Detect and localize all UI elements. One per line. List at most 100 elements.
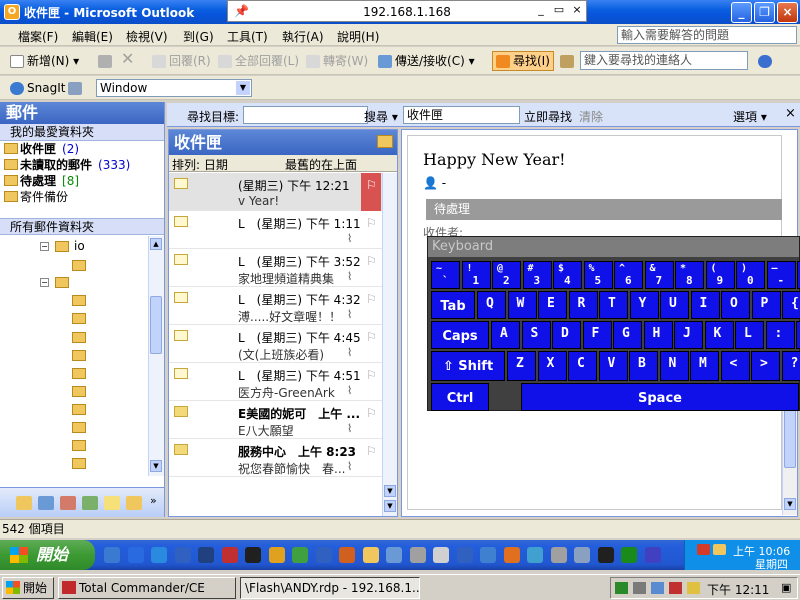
key[interactable]: D (552, 321, 581, 349)
save-icon[interactable] (198, 547, 214, 563)
key[interactable]: (9 (705, 261, 735, 289)
key[interactable]: T (599, 291, 628, 319)
key[interactable]: A (491, 321, 520, 349)
desktop-icon[interactable]: ▣ (781, 581, 791, 594)
key[interactable]: : (765, 321, 795, 349)
key[interactable]: N (659, 351, 689, 381)
key[interactable]: L (735, 321, 764, 349)
key[interactable]: ^ 6 (614, 261, 643, 289)
tab-key[interactable]: Tab (431, 291, 475, 319)
folder-icon[interactable] (55, 277, 69, 288)
flag-icon[interactable]: ⚐ (366, 178, 377, 192)
key[interactable]: @2 (492, 261, 521, 289)
scroll-down-icon[interactable]: ▼ (150, 460, 162, 472)
key[interactable]: ) 0 (736, 261, 765, 289)
menu-tools[interactable]: 工具(T) (227, 28, 268, 45)
app-icon[interactable] (644, 547, 661, 563)
ce-clock[interactable]: 下午 12:11 (707, 581, 769, 598)
key[interactable]: I (690, 291, 720, 319)
key[interactable]: J (674, 321, 703, 349)
options-button[interactable]: 選項 ▾ (733, 108, 767, 125)
message-row[interactable]: L (星期三) 下午 4:51 医方舟-GreenArk ⌇ ⚐ (169, 363, 384, 401)
reply-all-button[interactable]: 全部回覆(L) (218, 52, 299, 70)
media-player-icon[interactable] (104, 547, 120, 563)
key[interactable]: $4 (553, 261, 582, 289)
key[interactable]: R (568, 291, 598, 319)
key[interactable]: Z (507, 351, 536, 381)
shift-key[interactable]: ⇧ Shift (431, 351, 505, 381)
flag-icon[interactable]: ⚐ (366, 292, 377, 306)
key[interactable]: Y (629, 291, 659, 319)
start-button[interactable]: 開始 (0, 540, 95, 570)
menu-actions[interactable]: 執行(A) (282, 28, 324, 45)
key[interactable]: { (782, 291, 800, 319)
pen-icon[interactable] (669, 582, 682, 594)
folder-icon[interactable] (72, 422, 86, 433)
folder-list-module-icon[interactable] (126, 496, 142, 510)
sort-order-button[interactable]: 最舊的在上面 (285, 156, 357, 173)
contacts-module-icon[interactable] (60, 496, 76, 510)
delete-button[interactable]: ✕ (121, 50, 134, 68)
key[interactable]: M (690, 351, 719, 381)
key[interactable]: > (751, 351, 780, 381)
rdp-restore-button[interactable]: ▭ (551, 4, 567, 18)
key[interactable]: P (751, 291, 781, 319)
app-icon[interactable] (597, 547, 614, 563)
scroll-up-icon[interactable]: ▲ (150, 238, 162, 250)
favorite-folder[interactable]: 待處理 [8] (0, 173, 164, 189)
scroll-thumb[interactable] (150, 296, 162, 354)
key[interactable]: B (629, 351, 658, 381)
key[interactable]: #3 (522, 261, 552, 289)
key[interactable]: H (643, 321, 673, 349)
chevron-down-icon[interactable]: ▼ (236, 81, 250, 95)
app-icon[interactable] (550, 547, 567, 563)
message-row[interactable]: L (星期三) 下午 1:11 ⌇ ⚐ (169, 211, 384, 249)
cmd-icon[interactable] (245, 547, 261, 563)
tree-top-label[interactable]: io (74, 239, 85, 253)
key[interactable]: ! 1 (461, 261, 491, 289)
keyboard-tray-icon[interactable] (687, 582, 700, 594)
favorite-folder[interactable]: 未讀取的郵件 (333) (0, 157, 164, 173)
find-target-input[interactable] (243, 106, 368, 124)
close-find-icon[interactable]: × (785, 106, 796, 121)
space-key[interactable]: Space (521, 383, 799, 411)
calendar-module-icon[interactable] (38, 496, 54, 510)
key[interactable]: W (507, 291, 537, 319)
search-in-field[interactable]: 收件匣 (403, 106, 520, 124)
folder-icon[interactable] (72, 386, 86, 397)
tray-outlook-icon[interactable] (713, 544, 726, 555)
folder-icon[interactable] (362, 547, 379, 563)
key[interactable]: E (538, 291, 567, 319)
rdp-close-button[interactable]: × (569, 4, 585, 18)
scroll-thumb[interactable] (784, 402, 796, 468)
menu-help[interactable]: 說明(H) (337, 28, 379, 45)
ce-start-button[interactable]: 開始 (2, 577, 54, 599)
print-button[interactable] (98, 52, 115, 70)
connection-icon[interactable] (633, 582, 646, 594)
flag-icon[interactable]: ⚐ (366, 368, 377, 382)
new-button[interactable]: 新增(N) ▾ (10, 52, 79, 70)
key[interactable]: V (598, 351, 628, 381)
key[interactable]: S (521, 321, 551, 349)
key[interactable]: C (568, 351, 597, 381)
key[interactable]: U (660, 291, 689, 319)
folder-icon[interactable] (72, 260, 86, 271)
clear-button[interactable]: 清除 (579, 108, 603, 125)
folder-tree-scrollbar[interactable]: ▲ ▼ (148, 236, 164, 476)
send-receive-button[interactable]: 傳送/接收(C) ▾ (378, 52, 475, 70)
menu-go[interactable]: 到(G) (183, 28, 214, 45)
key[interactable]: & 7 (644, 261, 674, 289)
scroll-down-icon[interactable]: ▼ (784, 498, 796, 510)
help-button[interactable] (758, 52, 775, 70)
favorite-folder[interactable]: 收件匣 (2) (0, 141, 164, 157)
forward-button[interactable]: 轉寄(W) (306, 52, 368, 70)
caps-lock-key[interactable]: Caps (431, 321, 489, 349)
folder-icon[interactable] (72, 350, 86, 361)
key[interactable]: Q (477, 291, 506, 319)
key[interactable]: " (796, 321, 800, 349)
restore-button[interactable]: ❐ (754, 2, 775, 23)
favorite-folder[interactable]: 寄件備份 (0, 189, 164, 205)
network-icon[interactable] (480, 547, 496, 563)
flag-icon[interactable]: ⚐ (366, 254, 377, 268)
app-icon[interactable] (503, 547, 520, 563)
